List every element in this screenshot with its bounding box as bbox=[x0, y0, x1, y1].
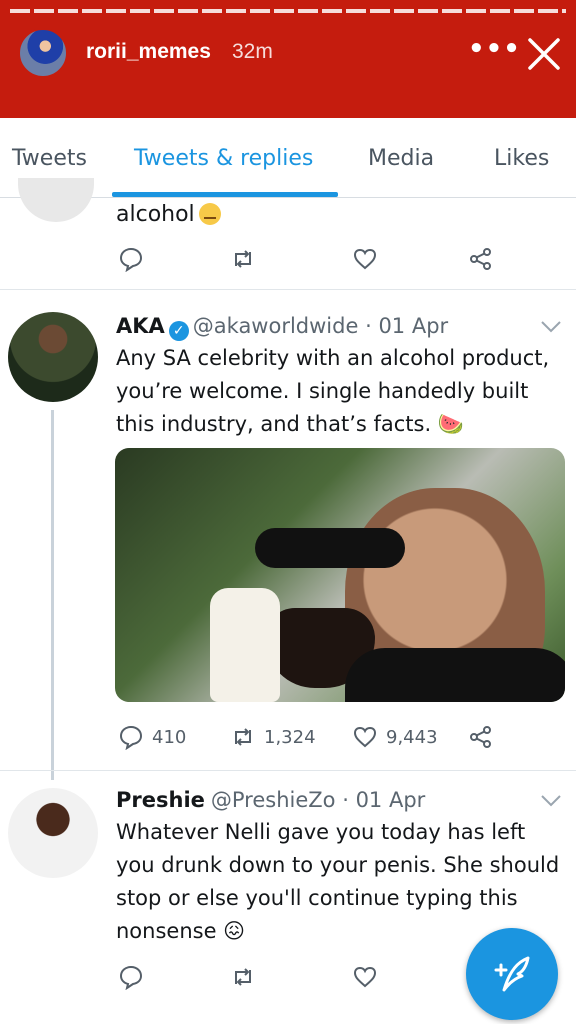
divider bbox=[0, 770, 576, 771]
tab-likes[interactable]: Likes bbox=[494, 146, 549, 171]
story-header: rorii_memes 32m ••• bbox=[0, 0, 576, 118]
heart-icon bbox=[353, 966, 377, 988]
chevron-down-icon[interactable] bbox=[540, 794, 562, 808]
story-time: 32m bbox=[232, 40, 273, 63]
retweet-button[interactable] bbox=[230, 962, 256, 992]
heart-icon bbox=[353, 248, 377, 270]
chevron-down-icon[interactable] bbox=[540, 320, 562, 334]
reply-icon bbox=[119, 965, 143, 990]
retweet-count: 1,324 bbox=[264, 726, 316, 748]
story-username[interactable]: rorii_memes bbox=[86, 40, 211, 64]
retweet-icon bbox=[235, 250, 251, 268]
story-avatar[interactable] bbox=[18, 28, 68, 78]
tweet-actions: 410 1,324 9,443 bbox=[118, 722, 538, 752]
tweet-text: Whatever Nelli gave you today has left y… bbox=[116, 820, 560, 943]
tweet-author-handle[interactable]: @PreshieZo bbox=[211, 788, 336, 812]
tweet-author-handle[interactable]: @akaworldwide bbox=[193, 314, 359, 338]
tweet-actions bbox=[118, 244, 538, 274]
more-horizontal-icon[interactable]: ••• bbox=[468, 34, 521, 64]
verified-badge-icon: ✓ bbox=[168, 321, 189, 341]
tweet-text: alcohol bbox=[116, 202, 221, 227]
thread-line bbox=[51, 410, 54, 780]
heart-icon bbox=[353, 726, 377, 748]
avatar[interactable] bbox=[18, 178, 94, 222]
sunglasses bbox=[255, 528, 405, 568]
like-count: 9,443 bbox=[386, 726, 438, 748]
retweet-icon bbox=[235, 728, 251, 746]
reply-button[interactable] bbox=[118, 244, 144, 274]
compose-tweet-button[interactable] bbox=[466, 928, 558, 1020]
tweet-partial[interactable]: alcohol bbox=[0, 178, 576, 290]
like-button[interactable] bbox=[352, 244, 378, 274]
tweet-header: Preshie @PreshieZo · 01 Apr bbox=[116, 788, 425, 812]
tweet-media-image[interactable] bbox=[115, 448, 565, 702]
tweet-author-name[interactable]: AKA bbox=[116, 314, 165, 338]
shirt bbox=[345, 648, 565, 702]
retweet-button[interactable] bbox=[230, 244, 256, 274]
share-button[interactable] bbox=[468, 244, 494, 274]
tab-tweets[interactable]: Tweets bbox=[12, 146, 87, 171]
reply-icon bbox=[119, 247, 143, 272]
reply-button[interactable]: 410 bbox=[118, 722, 186, 752]
tweet-text-content: alcohol bbox=[116, 202, 195, 227]
share-icon bbox=[470, 726, 491, 748]
tweet-header: AKA ✓ @akaworldwide · 01 Apr bbox=[116, 314, 448, 341]
dot-separator: · bbox=[358, 314, 379, 338]
avatar[interactable] bbox=[8, 788, 98, 878]
tab-tweets-and-replies[interactable]: Tweets & replies bbox=[134, 146, 313, 171]
compose-icon bbox=[494, 956, 530, 992]
dot-separator: · bbox=[335, 788, 356, 812]
unamused-face-emoji bbox=[198, 203, 221, 225]
tweet-author-name[interactable]: Preshie bbox=[116, 788, 205, 812]
reply-icon bbox=[119, 725, 143, 750]
tab-media[interactable]: Media bbox=[368, 146, 434, 171]
share-button[interactable] bbox=[468, 722, 494, 752]
avatar[interactable] bbox=[8, 312, 98, 402]
reply-button[interactable] bbox=[118, 962, 144, 992]
tweet-date: 01 Apr bbox=[378, 314, 449, 338]
reply-count: 410 bbox=[152, 726, 187, 748]
story-progress-bar bbox=[10, 9, 566, 13]
retweet-button[interactable]: 1,324 bbox=[230, 722, 316, 752]
bottle bbox=[210, 588, 280, 702]
share-icon bbox=[470, 248, 491, 270]
tweet-date: 01 Apr bbox=[355, 788, 426, 812]
like-button[interactable]: 9,443 bbox=[352, 722, 438, 752]
tweet-text: Any SA celebrity with an alcohol product… bbox=[116, 346, 550, 436]
like-button[interactable] bbox=[352, 962, 378, 992]
close-icon[interactable] bbox=[524, 34, 564, 74]
active-tab-indicator bbox=[112, 192, 338, 197]
retweet-icon bbox=[235, 968, 251, 986]
